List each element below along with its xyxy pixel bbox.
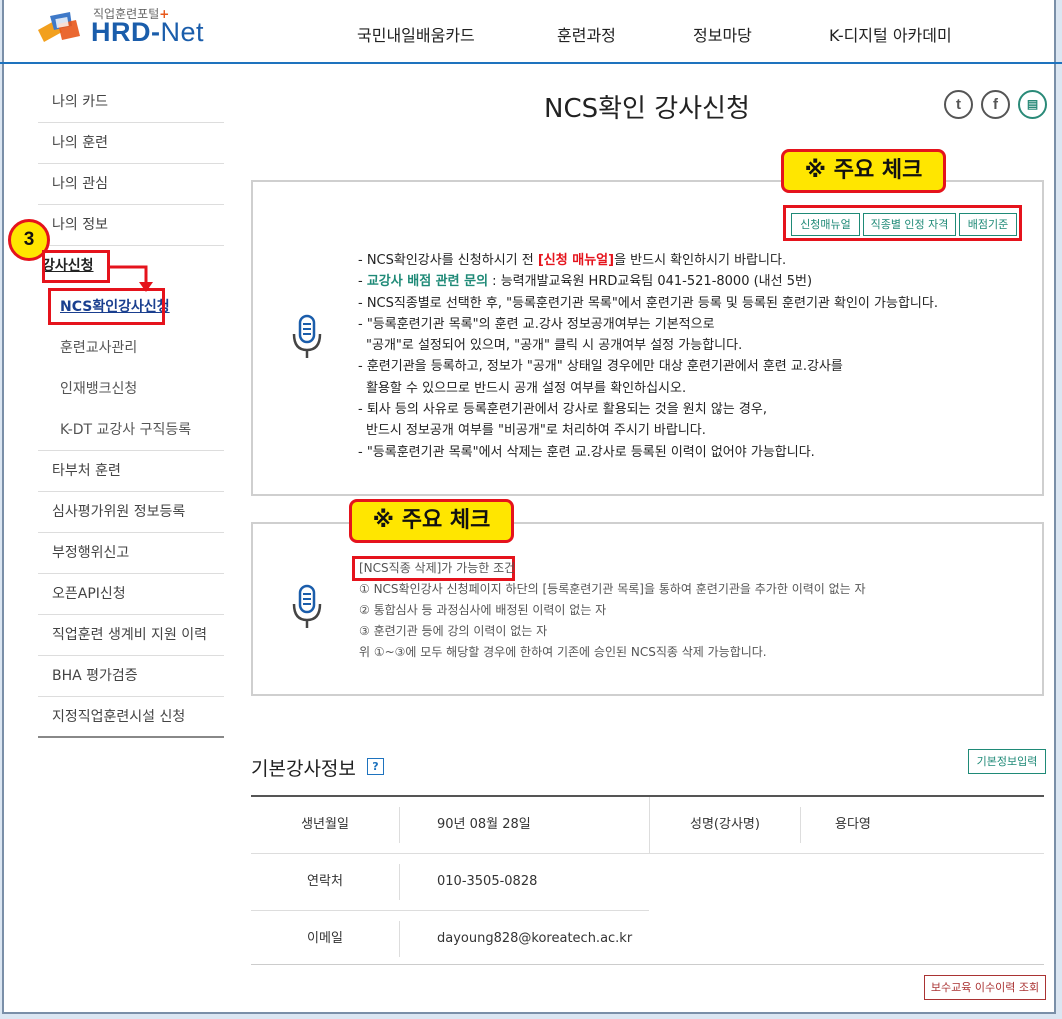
table-row: 이메일 dayoung828@koreatech.ac.kr [251, 911, 1044, 968]
sidebar-item-talent-bank[interactable]: 인재뱅크신청 [38, 369, 224, 410]
red-arrow-icon [110, 265, 153, 292]
microphone-icon [292, 314, 322, 358]
logo-mark-icon [38, 12, 80, 42]
email-label: 이메일 [251, 911, 399, 967]
delete-condition-line: 위 ①~③에 모두 해당할 경우에 한하여 기존에 승인된 NCS직종 삭제 가… [359, 645, 767, 659]
notice-line: - NCS직종별로 선택한 후, "등록훈련기관 목록"에서 훈련기관 등록 및… [358, 295, 938, 311]
notice-list: - NCS확인강사를 신청하시기 전 [신청 매뉴얼]을 반드시 확인하시기 바… [358, 250, 938, 463]
delete-condition-heading: [NCS직종 삭제]가 가능한 조건 [359, 561, 516, 575]
twitter-icon[interactable]: t [944, 90, 973, 119]
sidebar-item-open-api[interactable]: 오픈API신청 [38, 574, 224, 615]
sidebar-item-my-training[interactable]: 나의 훈련 [38, 123, 224, 164]
notice-line: 활용할 수 있으므로 반드시 공개 설정 여부를 확인하십시오. [366, 380, 687, 396]
page-title: NCS확인 강사신청 [544, 94, 750, 124]
manual-button[interactable]: 신청매뉴얼 [791, 213, 860, 236]
name-label: 성명(강사명) [651, 797, 799, 853]
delete-condition-line: ② 통합심사 등 과정심사에 배정된 이력이 없는 자 [359, 603, 607, 617]
help-icon[interactable]: ? [367, 758, 384, 775]
sidebar-item-living-cost[interactable]: 직업훈련 생계비 지원 이력 [38, 615, 224, 656]
sidebar-item-other-ministry[interactable]: 타부처 훈련 [38, 451, 224, 492]
phone-label: 연락처 [251, 854, 399, 910]
sidebar-item-my-card[interactable]: 나의 카드 [38, 82, 224, 123]
section-title-basic-info: 기본강사정보 [251, 758, 356, 780]
table-row: 연락처 010-3505-0828 [251, 854, 1044, 911]
delete-condition-line: ③ 훈련기관 등에 강의 이력이 없는 자 [359, 624, 548, 638]
phone-value: 010-3505-0828 [437, 874, 538, 889]
sidebar-item-my-interest[interactable]: 나의 관심 [38, 164, 224, 205]
cell-divider [800, 807, 801, 843]
delete-condition-line: ① NCS확인강사 신청페이지 하단의 [등록훈련기관 목록]을 통하여 훈련기… [359, 582, 866, 596]
notice-line: "공개"로 설정되어 있으며, "공개" 클릭 시 공개여부 설정 가능합니다. [366, 338, 743, 354]
sidebar-item-fraud-report[interactable]: 부정행위신고 [38, 533, 224, 574]
birth-value: 90년 08월 28일 [437, 817, 531, 832]
sidebar-item-designated[interactable]: 지정직업훈련시설 신청 [38, 697, 224, 738]
basic-info-table: 생년월일 90년 08월 28일 성명(강사명) 용다영 연락처 010-350… [251, 795, 1044, 968]
sidebar-item-kdt-job[interactable]: K-DT 교강사 구직등록 [38, 410, 224, 451]
microphone-icon [292, 584, 322, 628]
highlight-box-instructor-apply [42, 250, 110, 283]
sidebar-item-evaluator[interactable]: 심사평가위원 정보등록 [38, 492, 224, 533]
hrd-net-logo[interactable]: 직업훈련포털+ HRD-Net [36, 4, 226, 47]
sidebar-item-bha[interactable]: BHA 평가검증 [38, 656, 224, 697]
facebook-icon[interactable]: f [981, 90, 1010, 119]
sidebar-item-trainer-manage[interactable]: 훈련교사관리 [38, 328, 224, 369]
education-history-button[interactable]: 보수교육 이수이력 조회 [924, 975, 1046, 1000]
notice-line: - 훈련기관을 등록하고, 정보가 "공개" 상태일 경우에만 대상 훈련기관에… [358, 359, 843, 375]
name-value: 용다영 [835, 817, 871, 832]
notice-line: - 퇴사 등의 사유로 등록훈련기관에서 강사로 활용되는 것을 원치 않는 경… [358, 402, 767, 418]
cell-divider [399, 864, 400, 900]
basic-info-input-button[interactable]: 기본정보입력 [968, 749, 1046, 774]
cell-divider [649, 797, 650, 854]
qualification-button[interactable]: 직종별 인정 자격 [863, 213, 956, 236]
sidebar: 나의 카드 나의 훈련 나의 관심 나의 정보 강사신청 NCS확인강사신청 훈… [38, 82, 224, 738]
logo-text: HRD-Net [91, 17, 205, 47]
notice-line: - NCS확인강사를 신청하시기 전 [신청 매뉴얼]을 반드시 확인하시기 바… [358, 253, 787, 268]
sidebar-item-my-info[interactable]: 나의 정보 [38, 205, 224, 246]
bottom-bar [0, 1014, 1062, 1019]
table-bottom-border [251, 964, 1044, 965]
nav-item-courses[interactable]: 훈련과정 [557, 22, 616, 46]
print-icon[interactable]: ▤ [1018, 90, 1047, 119]
manual-link[interactable]: [신청 매뉴얼] [538, 253, 614, 268]
cell-divider [399, 807, 400, 843]
nav-item-info[interactable]: 정보마당 [693, 22, 752, 46]
nav-item-card[interactable]: 국민내일배움카드 [357, 22, 475, 46]
header-divider [0, 62, 1062, 64]
nav-item-kdigital[interactable]: K-디지털 아카데미 [829, 22, 952, 46]
key-check-callout-1: ※ 주요 체크 [781, 149, 946, 193]
notice-line: - "등록훈련기관 목록"에서 삭제는 훈련 교.강사로 등록된 이력이 없어야… [358, 444, 815, 460]
notice-line: - "등록훈련기관 목록"의 훈련 교.강사 정보공개여부는 기본적으로 [358, 316, 715, 332]
key-check-callout-2: ※ 주요 체크 [349, 499, 514, 543]
notice-line: 반드시 정보공개 여부를 "비공개"로 처리하여 주시기 바랍니다. [366, 423, 706, 439]
delete-condition-list: [NCS직종 삭제]가 가능한 조건 ① NCS확인강사 신청페이지 하단의 [… [359, 558, 866, 663]
birth-label: 생년월일 [251, 797, 399, 853]
table-row: 생년월일 90년 08월 28일 성명(강사명) 용다영 [251, 797, 1044, 854]
cell-divider [399, 921, 400, 957]
email-value: dayoung828@koreatech.ac.kr [437, 931, 633, 946]
scoring-button[interactable]: 배점기준 [959, 213, 1017, 236]
notice-line: - 교강사 배점 관련 문의 : 능력개발교육원 HRD교육팀 041-521-… [358, 274, 813, 290]
